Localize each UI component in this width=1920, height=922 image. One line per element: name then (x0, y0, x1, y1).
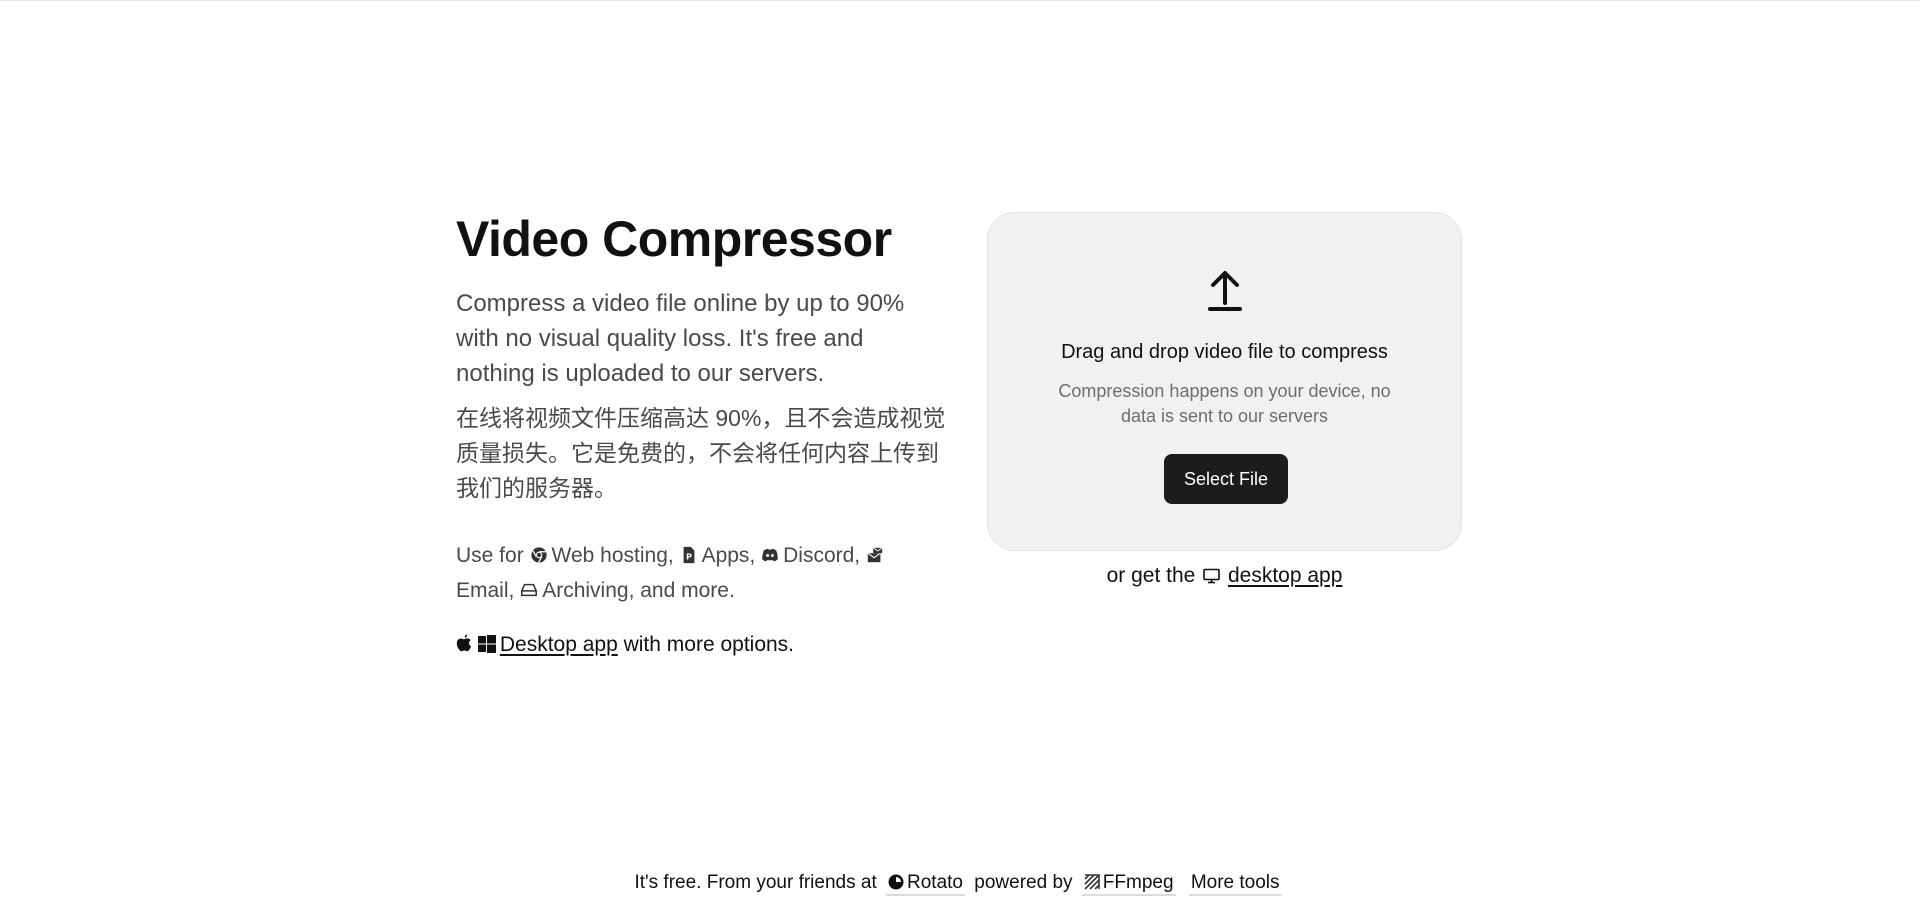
use-for-list: Use for Web hosting, P Apps, Discord, Em… (456, 538, 926, 608)
use-for-item-discord: Discord, (761, 544, 866, 567)
chrome-icon (530, 547, 547, 563)
windows-icon (477, 635, 496, 653)
top-divider (0, 0, 1920, 1)
dropzone-title: Drag and drop video file to compress (1061, 341, 1388, 363)
ffmpeg-logo-icon (1084, 874, 1100, 890)
desktop-app-promo: Desktop app with more options. (456, 630, 956, 662)
use-for-item-web: Web hosting, (530, 544, 680, 567)
svg-text:P: P (686, 552, 692, 562)
get-app-prefix: or get the (1106, 564, 1202, 587)
description: Compress a video file online by up to 90… (456, 290, 905, 387)
select-file-button[interactable]: Select File (1164, 454, 1288, 504)
footer-prefix: It's free. From your friends at (634, 872, 877, 893)
page-title: Video Compressor (456, 211, 892, 267)
archive-drive-icon (521, 583, 538, 597)
use-for-item-archiving: Archiving, and more. (520, 579, 735, 602)
get-desktop-app: or get the desktop app (987, 564, 1462, 588)
dropzone-subtitle: Compression happens on your device, no d… (1058, 381, 1391, 426)
hero-section: Video Compressor Compress a video file o… (456, 210, 1464, 670)
apple-icon (456, 634, 472, 652)
description-chinese: 在线将视频文件压缩高达 90%，且不会造成视觉质量损失。它是免费的，不会将任何内… (456, 405, 946, 501)
ffmpeg-link[interactable]: FFmpeg (1081, 872, 1176, 896)
upload-arrow-icon (1208, 271, 1242, 311)
powered-by-text: powered by (974, 872, 1073, 893)
use-for-prefix: Use for (456, 544, 524, 567)
more-tools-link[interactable]: More tools (1188, 872, 1282, 896)
app-file-icon: P (683, 546, 694, 564)
footer: It's free. From your friends at Rotato p… (0, 872, 1920, 896)
os-icons (456, 632, 496, 662)
desktop-app-suffix: with more options. (617, 633, 795, 656)
rotato-logo-icon (888, 874, 904, 890)
mail-icon (867, 547, 883, 563)
monitor-icon (1203, 568, 1220, 584)
discord-icon (762, 548, 778, 562)
hero-text: Video Compressor Compress a video file o… (456, 210, 956, 662)
use-for-item-apps: P Apps, (680, 544, 762, 567)
rotato-link[interactable]: Rotato (886, 872, 965, 896)
desktop-app-link[interactable]: Desktop app (500, 633, 618, 656)
desktop-app-download-link[interactable]: desktop app (1228, 564, 1342, 587)
file-dropzone[interactable]: Drag and drop video file to compress Com… (987, 212, 1462, 551)
